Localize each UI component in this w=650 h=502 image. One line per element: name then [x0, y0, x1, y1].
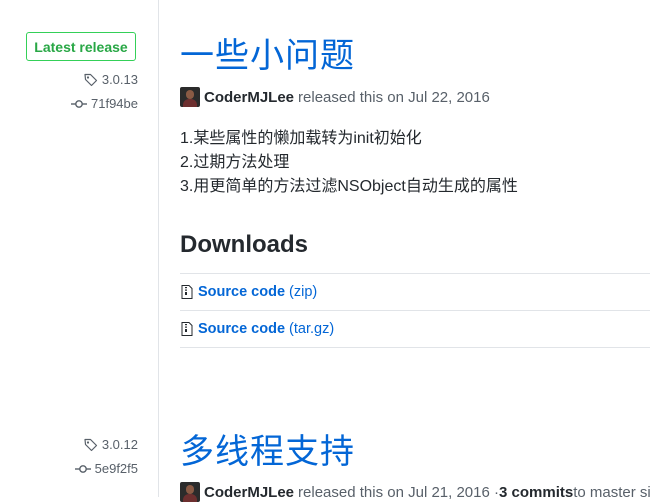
release-byline: CoderMJLee released this on Jul 22, 2016 [180, 87, 490, 107]
tag-label: 3.0.13 [101, 72, 138, 87]
author-link[interactable]: CoderMJLee [204, 484, 294, 501]
release-commit-link[interactable]: 71f94be [71, 96, 138, 111]
tag-icon [84, 438, 97, 451]
download-name: Source code [198, 284, 286, 300]
released-text: released this on Jul 21, 2016 · [298, 483, 499, 501]
note-line: 2.过期方法处理 [180, 154, 290, 171]
release-notes: 1.某些属性的懒加载转为init初始化 2.过期方法处理 3.用更简单的方法过滤… [180, 127, 518, 199]
release-commit-link[interactable]: 5e9f2f5 [74, 461, 138, 476]
download-targz-link[interactable]: Source code (tar.gz) [180, 310, 650, 348]
download-ext: (zip) [289, 284, 318, 300]
note-line: 1.某些属性的懒加载转为init初始化 [180, 130, 422, 147]
release-byline: CoderMJLee released this on Jul 21, 2016… [180, 482, 650, 502]
column-divider [158, 0, 159, 497]
avatar[interactable] [180, 87, 200, 107]
commits-link[interactable]: 3 commits [499, 484, 573, 501]
commit-label: 71f94be [91, 96, 138, 111]
tag-icon [84, 73, 97, 86]
download-name: Source code [198, 321, 286, 337]
released-text: released this on Jul 22, 2016 [298, 88, 490, 106]
commits-suffix: to master sinc [573, 483, 650, 501]
release-title[interactable]: 多线程支持 [180, 432, 355, 472]
download-zip-link[interactable]: Source code (zip) [180, 273, 650, 310]
author-link[interactable]: CoderMJLee [204, 89, 294, 106]
download-ext: (tar.gz) [289, 321, 335, 337]
release-tag-link[interactable]: 3.0.13 [84, 72, 138, 87]
commit-label: 5e9f2f5 [94, 461, 138, 476]
release-title[interactable]: 一些小问题 [180, 36, 355, 76]
commit-icon [74, 464, 91, 473]
commit-icon [71, 99, 87, 108]
tag-label: 3.0.12 [101, 437, 138, 452]
avatar[interactable] [180, 482, 200, 502]
file-zip-icon [181, 285, 193, 299]
release-tag-link[interactable]: 3.0.12 [84, 437, 138, 452]
file-zip-icon [181, 322, 193, 336]
downloads-heading: Downloads [180, 231, 309, 258]
latest-release-badge: Latest release [26, 32, 136, 61]
note-line: 3.用更简单的方法过滤NSObject自动生成的属性 [180, 178, 518, 195]
